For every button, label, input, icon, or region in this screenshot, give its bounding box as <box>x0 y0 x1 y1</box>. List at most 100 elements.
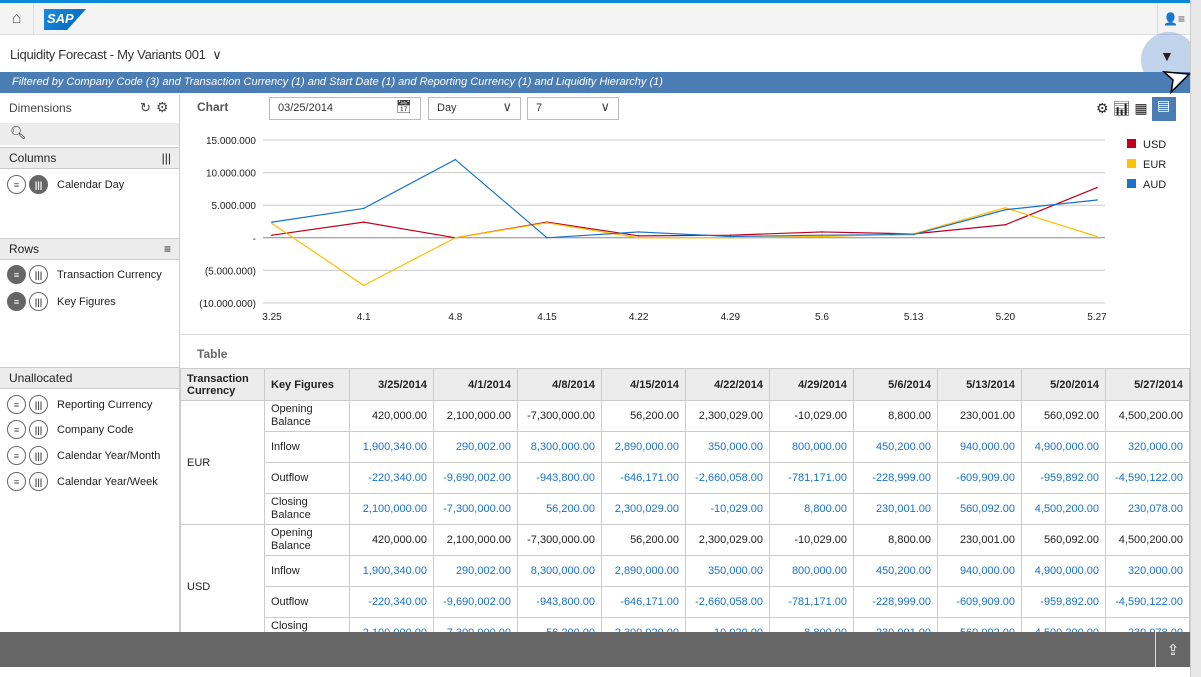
start-date-input[interactable]: 03/25/2014 📅︎ <box>269 97 421 120</box>
bar-chart-icon[interactable]: 📊︎ <box>1113 100 1131 121</box>
value-cell[interactable]: -2,660,058.00 <box>685 586 770 618</box>
column-header[interactable]: 4/29/2014 <box>769 368 854 401</box>
value-cell[interactable]: 2,890,000.00 <box>601 555 686 587</box>
value-cell[interactable]: 320,000.00 <box>1105 431 1190 463</box>
value-cell[interactable]: -943,800.00 <box>517 586 602 618</box>
value-cell[interactable]: 4,900,000.00 <box>1021 431 1106 463</box>
add-to-columns-icon[interactable]: ||| <box>29 265 48 284</box>
value-cell[interactable]: -609,909.00 <box>937 462 1022 494</box>
variant-selector[interactable]: Liquidity Forecast - My Variants 001 ∨ <box>10 47 222 63</box>
value-cell[interactable]: 290,002.00 <box>433 555 518 587</box>
value-cell[interactable]: 450,200.00 <box>853 555 938 587</box>
value-cell[interactable]: -646,171.00 <box>601 462 686 494</box>
dimension-item[interactable]: ≡ ||| Calendar Day <box>7 175 124 194</box>
add-to-rows-icon[interactable]: ≡ <box>7 292 26 311</box>
value-cell[interactable]: -2,660,058.00 <box>685 462 770 494</box>
count-select[interactable]: 7 ∨ <box>527 97 619 120</box>
value-cell[interactable]: 8,800.00 <box>769 493 854 525</box>
value-cell[interactable]: 320,000.00 <box>1105 555 1190 587</box>
value-cell[interactable]: 8,300,000.00 <box>517 555 602 587</box>
calendar-icon[interactable]: 📅︎ <box>395 99 412 115</box>
value-cell[interactable]: -4,590,122.00 <box>1105 462 1190 494</box>
search-button[interactable]: 🔍︎ <box>0 123 179 145</box>
value-cell[interactable]: 230,001.00 <box>853 617 938 632</box>
value-cell[interactable]: -10,029.00 <box>685 493 770 525</box>
value-cell[interactable]: 230,078.00 <box>1105 617 1190 632</box>
add-to-columns-icon[interactable]: ||| <box>29 292 48 311</box>
value-cell[interactable]: -4,590,122.00 <box>1105 586 1190 618</box>
dimension-item[interactable]: ≡ ||| Transaction Currency <box>7 265 162 284</box>
add-to-rows-icon[interactable]: ≡ <box>7 395 26 414</box>
dimension-item[interactable]: ≡ ||| Calendar Year/Month <box>7 446 160 465</box>
value-cell[interactable]: -9,690,002.00 <box>433 462 518 494</box>
column-header[interactable]: Key Figures <box>264 368 350 401</box>
add-to-rows-icon[interactable]: ≡ <box>7 175 26 194</box>
value-cell[interactable]: 8,800.00 <box>769 617 854 632</box>
home-button[interactable]: ⌂ <box>0 3 34 35</box>
value-cell[interactable]: -220,340.00 <box>349 462 434 494</box>
column-header[interactable]: 5/20/2014 <box>1021 368 1106 401</box>
value-cell[interactable]: 1,900,340.00 <box>349 555 434 587</box>
user-menu-button[interactable]: 👤≡ <box>1157 3 1190 35</box>
value-cell[interactable]: 4,500,200.00 <box>1021 493 1106 525</box>
value-cell[interactable]: 2,100,000.00 <box>349 493 434 525</box>
value-cell[interactable]: 290,002.00 <box>433 431 518 463</box>
add-to-rows-icon[interactable]: ≡ <box>7 420 26 439</box>
value-cell[interactable]: -781,171.00 <box>769 462 854 494</box>
value-cell[interactable]: 350,000.00 <box>685 555 770 587</box>
filter-bar[interactable]: Filtered by Company Code (3) and Transac… <box>0 72 1190 93</box>
value-cell[interactable]: 230,078.00 <box>1105 493 1190 525</box>
value-cell[interactable]: 230,001.00 <box>853 493 938 525</box>
value-cell[interactable]: -7,300,000.00 <box>433 493 518 525</box>
value-cell[interactable]: 940,000.00 <box>937 555 1022 587</box>
period-select[interactable]: Day ∨ <box>428 97 521 120</box>
scrollbar[interactable] <box>1190 0 1201 677</box>
add-to-columns-icon[interactable]: ||| <box>29 395 48 414</box>
value-cell[interactable]: -10,029.00 <box>685 617 770 632</box>
dimension-item[interactable]: ≡ ||| Reporting Currency <box>7 395 152 414</box>
column-header[interactable]: 4/22/2014 <box>685 368 770 401</box>
share-button[interactable]: ⇪ <box>1155 632 1190 667</box>
value-cell[interactable]: -943,800.00 <box>517 462 602 494</box>
value-cell[interactable]: 2,300,029.00 <box>601 493 686 525</box>
value-cell[interactable]: 350,000.00 <box>685 431 770 463</box>
column-header[interactable]: 4/15/2014 <box>601 368 686 401</box>
value-cell[interactable]: -609,909.00 <box>937 586 1022 618</box>
add-to-rows-icon[interactable]: ≡ <box>7 446 26 465</box>
dimension-item[interactable]: ≡ ||| Company Code <box>7 420 133 439</box>
value-cell[interactable]: 56,200.00 <box>517 493 602 525</box>
value-cell[interactable]: -9,690,002.00 <box>433 586 518 618</box>
column-header[interactable]: 5/6/2014 <box>853 368 938 401</box>
value-cell[interactable]: 2,300,029.00 <box>601 617 686 632</box>
value-cell[interactable]: 940,000.00 <box>937 431 1022 463</box>
column-header[interactable]: 4/1/2014 <box>433 368 518 401</box>
value-cell[interactable]: -646,171.00 <box>601 586 686 618</box>
add-to-columns-icon[interactable]: ||| <box>29 472 48 491</box>
value-cell[interactable]: 2,890,000.00 <box>601 431 686 463</box>
add-to-columns-icon[interactable]: ||| <box>29 446 48 465</box>
value-cell[interactable]: 56,200.00 <box>517 617 602 632</box>
column-header[interactable]: Transaction Currency <box>180 368 265 401</box>
column-header[interactable]: 3/25/2014 <box>349 368 434 401</box>
value-cell[interactable]: -959,892.00 <box>1021 462 1106 494</box>
value-cell[interactable]: 560,092.00 <box>937 493 1022 525</box>
add-to-columns-icon[interactable]: ||| <box>29 420 48 439</box>
value-cell[interactable]: 4,900,000.00 <box>1021 555 1106 587</box>
value-cell[interactable]: -959,892.00 <box>1021 586 1106 618</box>
value-cell[interactable]: -7,300,000.00 <box>433 617 518 632</box>
value-cell[interactable]: 4,500,200.00 <box>1021 617 1106 632</box>
column-header[interactable]: 5/27/2014 <box>1105 368 1190 401</box>
settings-icon[interactable]: ⚙ <box>1096 100 1109 121</box>
value-cell[interactable]: -228,999.00 <box>853 462 938 494</box>
add-to-columns-icon[interactable]: ||| <box>29 175 48 194</box>
value-cell[interactable]: -220,340.00 <box>349 586 434 618</box>
value-cell[interactable]: -781,171.00 <box>769 586 854 618</box>
add-to-rows-icon[interactable]: ≡ <box>7 265 26 284</box>
settings-icon[interactable]: ⚙ <box>156 99 169 116</box>
table-icon[interactable]: ▦ <box>1134 100 1147 121</box>
value-cell[interactable]: 450,200.00 <box>853 431 938 463</box>
refresh-icon[interactable]: ↻ <box>140 100 151 116</box>
column-header[interactable]: 5/13/2014 <box>937 368 1022 401</box>
value-cell[interactable]: 2,100,000.00 <box>349 617 434 632</box>
add-to-rows-icon[interactable]: ≡ <box>7 472 26 491</box>
